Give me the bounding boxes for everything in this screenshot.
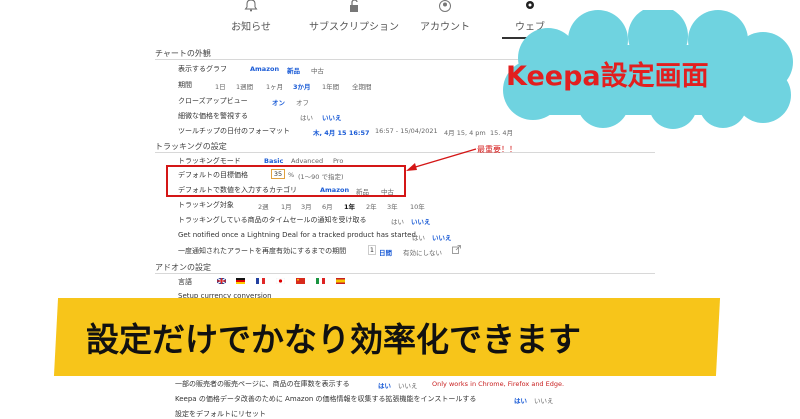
period-option-1m[interactable]: 1ヶ月 (266, 81, 283, 91)
target-option-1y[interactable]: 1年 (344, 201, 355, 211)
tooltip-label: ツールチップの日付のフォーマット (178, 127, 290, 135)
section-title-addons: アドオンの設定 (155, 263, 211, 272)
target-period-label: トラッキング対象 (178, 201, 234, 209)
realert-label: 一度通知されたアラートを再度有効にするまでの期間 (178, 247, 347, 255)
mode-option-advanced[interactable]: Advanced (291, 157, 323, 165)
flag-fr-icon[interactable] (256, 278, 265, 284)
flag-de-icon[interactable] (236, 278, 245, 284)
minute-option-no[interactable]: いいえ (322, 112, 342, 122)
section-title-tracking: トラッキングの設定 (155, 142, 227, 151)
target-option-3y[interactable]: 3年 (387, 201, 398, 211)
extension-label: Keepa の価格データ改善のために Amazon の価格情報を収集する拡張機能… (175, 395, 477, 403)
graph-option-new[interactable]: 新品 (287, 65, 300, 75)
nav-label: アカウント (420, 22, 470, 33)
stock-label: 一部の販売者の販売ページに、商品の在庫数を表示する (175, 380, 350, 388)
lightning-label: Get notified once a Lightning Deal for a… (178, 231, 416, 239)
nav-label: お知らせ (231, 22, 271, 33)
timesale-label: トラッキングしている商品のタイムセールの通知を受け取る (178, 216, 367, 224)
flag-it-icon[interactable] (316, 278, 325, 284)
external-link-icon[interactable] (452, 245, 461, 254)
timesale-option-no[interactable]: いいえ (411, 216, 431, 226)
tooltip-option-1[interactable]: 木, 4月 15 16:57 (313, 127, 370, 137)
unlock-icon (350, 0, 358, 12)
lightning-option-yes[interactable]: はい (412, 232, 425, 242)
graph-option-used[interactable]: 中古 (311, 65, 324, 75)
highlight-box (166, 165, 406, 197)
flag-cn-icon[interactable] (296, 278, 305, 284)
reset-link[interactable]: 設定をデフォルトにリセット (175, 409, 266, 419)
target-option-2y[interactable]: 2年 (366, 201, 377, 211)
closeup-option-on[interactable]: オン (272, 97, 285, 107)
target-option-10y[interactable]: 10年 (410, 201, 425, 211)
red-arrow-icon (406, 148, 477, 171)
nav-label: サブスクリプション (309, 22, 399, 33)
period-option-1d[interactable]: 1日 (215, 81, 226, 91)
language-label: 言語 (178, 278, 192, 286)
period-option-1y[interactable]: 1年間 (322, 81, 339, 91)
minute-option-yes[interactable]: はい (300, 112, 313, 122)
period-option-3m[interactable]: 3か月 (293, 81, 311, 91)
graph-option-amazon[interactable]: Amazon (250, 65, 279, 73)
minute-label: 細微な価格を警視する (178, 112, 248, 120)
stock-option-yes[interactable]: はい (378, 380, 391, 390)
lightning-option-no[interactable]: いいえ (432, 232, 452, 242)
timesale-option-yes[interactable]: はい (391, 216, 404, 226)
section-title-chart: チャートの外観 (155, 49, 211, 58)
nav-tab-notifications[interactable]: お知らせ (215, 0, 287, 40)
closeup-option-off[interactable]: オフ (296, 97, 309, 107)
banner-text: 設定だけでかなり効率化できます (86, 320, 581, 359)
target-option-1m[interactable]: 1月 (281, 201, 292, 211)
period-option-all[interactable]: 全期間 (352, 81, 372, 91)
flag-jp-icon[interactable] (276, 278, 285, 284)
realert-input[interactable]: 1 (368, 245, 376, 255)
target-option-2w[interactable]: 2週 (258, 201, 269, 211)
period-label: 期間 (178, 81, 192, 89)
nav-tab-subscription[interactable]: サブスクリプション (306, 0, 402, 40)
flag-uk-icon[interactable] (217, 278, 226, 284)
graph-label: 表示するグラフ (178, 65, 227, 73)
divider (155, 273, 655, 274)
mode-option-pro[interactable]: Pro (333, 157, 343, 165)
closeup-label: クローズアップビュー (178, 97, 248, 105)
nav-tab-account[interactable]: アカウント (413, 0, 477, 40)
user-icon (439, 0, 451, 12)
mode-option-basic[interactable]: Basic (264, 157, 283, 165)
period-option-1w[interactable]: 1週間 (236, 81, 253, 91)
tooltip-option-2[interactable]: 16:57 - 15/04/2021 (375, 127, 438, 135)
stock-note: Only works in Chrome, Firefox and Edge. (432, 380, 565, 388)
cloud-title: Keepa設定画面 (506, 61, 709, 92)
flag-es-icon[interactable] (336, 278, 345, 284)
important-note: 最重要！！ (477, 145, 517, 154)
extension-option-no[interactable]: いいえ (534, 395, 554, 405)
realert-disable[interactable]: 有効にしない (403, 247, 442, 257)
extension-option-yes[interactable]: はい (514, 395, 527, 405)
realert-unit: 日間 (379, 249, 392, 257)
bell-icon (244, 0, 258, 12)
target-option-3m[interactable]: 3月 (301, 201, 312, 211)
target-option-6m[interactable]: 6月 (322, 201, 333, 211)
stock-option-no[interactable]: いいえ (398, 380, 418, 390)
tooltip-option-3[interactable]: 4月 15, 4 pm (444, 127, 486, 137)
